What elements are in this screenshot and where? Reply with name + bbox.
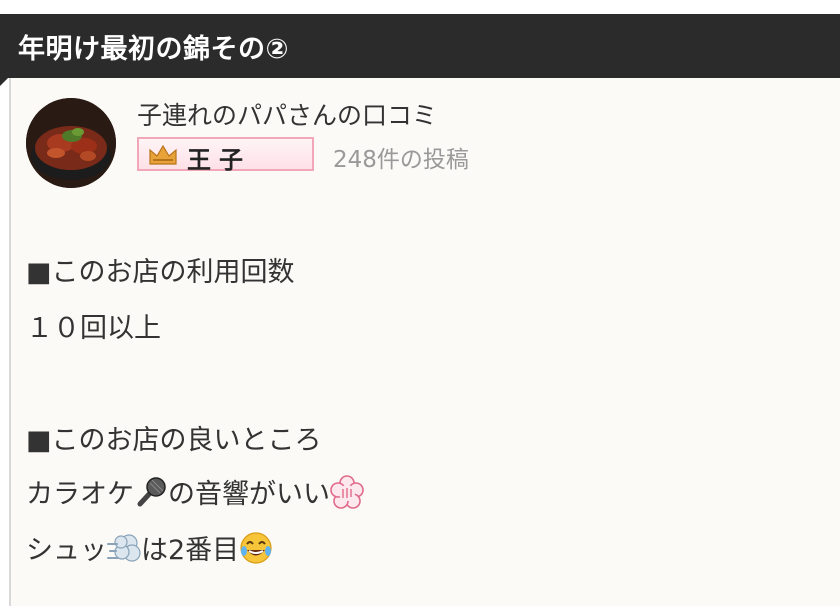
review-line-text: は2番目 [141, 535, 240, 566]
section-heading-good-points: ■このお店の良いところ [26, 425, 322, 456]
title-notch [0, 78, 8, 86]
dash-icon [107, 533, 141, 562]
review-line-text: シュッ [26, 535, 107, 566]
rank-label: 王子 [187, 146, 251, 174]
reviewer-avatar[interactable] [26, 98, 116, 188]
microphone-icon [137, 476, 166, 506]
reviewer-name[interactable]: 子連れのパパさんの口コミ [137, 96, 437, 132]
review-line-text: の音響がいい [168, 479, 330, 510]
tears-of-joy-icon [240, 531, 272, 564]
section-heading-visits: ■このお店の利用回数 [26, 257, 295, 288]
food-photo-icon [26, 98, 116, 188]
top-strip [0, 0, 840, 14]
review-line: カラオケ の音響がいい [26, 472, 364, 511]
review-title-text: 年明け最初の錦その② [18, 33, 289, 65]
review-line-text: カラオケ [26, 479, 134, 510]
post-count[interactable]: 248件の投稿 [333, 140, 469, 174]
crown-icon [149, 145, 177, 165]
visit-count-text: １０回以上 [26, 313, 161, 344]
review-line: シュッ は2番目 [26, 528, 273, 567]
review-title: 年明け最初の錦その② [0, 14, 840, 78]
flower-stamp-icon [330, 474, 364, 509]
rank-badge: 王子 [137, 137, 314, 174]
